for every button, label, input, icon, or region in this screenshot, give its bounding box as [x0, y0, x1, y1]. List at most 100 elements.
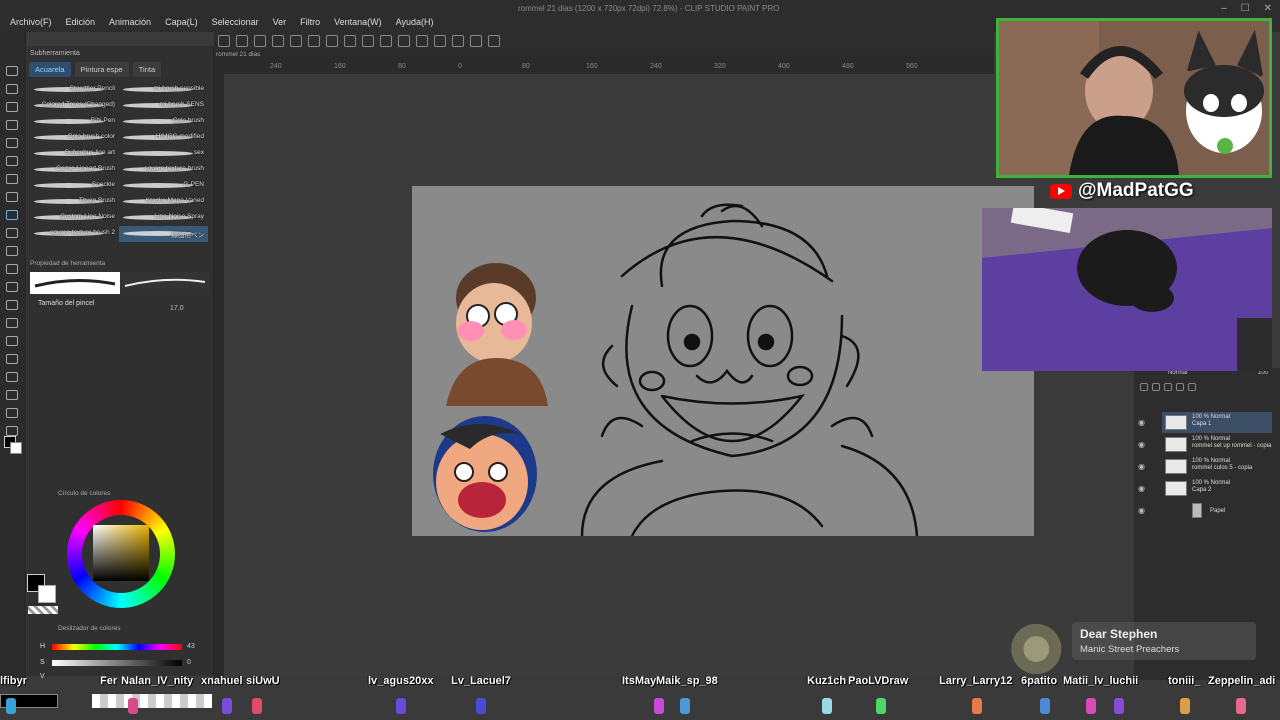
visibility-eye-icon[interactable]: ◉: [1138, 440, 1145, 449]
figure-tool-icon[interactable]: [6, 336, 18, 346]
hue-value[interactable]: 43: [187, 643, 195, 650]
blend-tool-icon[interactable]: [6, 282, 18, 292]
menu-capa[interactable]: Capa(L): [165, 17, 198, 27]
delete-layer-icon[interactable]: [1188, 383, 1196, 391]
brush-item[interactable]: Speckle: [30, 178, 119, 194]
gradient-tool-icon[interactable]: [6, 318, 18, 328]
brush-item[interactable]: Bibi Pen: [30, 114, 119, 130]
undo-icon[interactable]: [272, 35, 284, 47]
correct-line-tool-icon[interactable]: [6, 426, 18, 436]
tab-tinta[interactable]: Tinta: [132, 62, 162, 77]
layer-row-selected[interactable]: 100 % Normal Capa 1: [1162, 412, 1272, 433]
crop-icon[interactable]: [398, 35, 410, 47]
menu-filtro[interactable]: Filtro: [300, 17, 320, 27]
brush-tool-icon[interactable]: [6, 210, 18, 220]
saturation-slider[interactable]: [52, 660, 182, 666]
lock-icon[interactable]: [1140, 383, 1148, 391]
saturation-value[interactable]: 0: [187, 659, 191, 666]
brush-item[interactable]: Colo brush: [119, 114, 208, 130]
tool-palette: [0, 32, 26, 680]
brush-item[interactable]: Comic Lineart Brush: [30, 162, 119, 178]
save-icon[interactable]: [254, 35, 266, 47]
close-button[interactable]: ✕: [1264, 3, 1272, 14]
new-layer-icon[interactable]: [1176, 383, 1184, 391]
pencil-tool-icon[interactable]: [6, 192, 18, 202]
menu-seleccionar[interactable]: Seleccionar: [212, 17, 259, 27]
brush-item[interactable]: Custom Line Noise: [30, 210, 119, 226]
invert-selection-icon[interactable]: [380, 35, 392, 47]
new-file-icon[interactable]: [218, 35, 230, 47]
fit-icon[interactable]: [470, 35, 482, 47]
layer-row[interactable]: 100 % Normal rommel culos 5 - copia: [1162, 456, 1272, 477]
fill-icon[interactable]: [326, 35, 338, 47]
snap-special-ruler-icon[interactable]: [434, 35, 446, 47]
tab-acuarela[interactable]: Acuarela: [29, 62, 71, 77]
brush-item[interactable]: Subcubus line art: [30, 146, 119, 162]
airbrush-tool-icon[interactable]: [6, 228, 18, 238]
menu-ventana[interactable]: Ventana(W): [334, 17, 382, 27]
brush-item[interactable]: sex: [119, 146, 208, 162]
clip-icon[interactable]: [1152, 383, 1160, 391]
layer-row[interactable]: Papel: [1162, 500, 1272, 521]
drawing-canvas[interactable]: [412, 186, 1034, 536]
sub-color[interactable]: [38, 585, 56, 603]
menu-ayuda[interactable]: Ayuda(H): [396, 17, 434, 27]
brush-item[interactable]: Line Noise Spray: [119, 210, 208, 226]
visibility-eye-icon[interactable]: ◉: [1138, 506, 1145, 515]
menu-edicion[interactable]: Edición: [66, 17, 96, 27]
visibility-eye-icon[interactable]: ◉: [1138, 484, 1145, 493]
menu-ver[interactable]: Ver: [273, 17, 287, 27]
menu-archivo[interactable]: Archivo(F): [10, 17, 52, 27]
brush-item[interactable]: HIMGG modified: [119, 130, 208, 146]
lasso-tool-icon[interactable]: [6, 120, 18, 130]
magic-wand-tool-icon[interactable]: [6, 156, 18, 166]
saturation-value-picker[interactable]: [93, 525, 149, 581]
balloon-tool-icon[interactable]: [6, 408, 18, 418]
operation-tool-icon[interactable]: [6, 84, 18, 94]
brush-item[interactable]: square texture brush 2: [30, 226, 119, 242]
eraser-tool-icon[interactable]: [6, 264, 18, 274]
eyedropper-tool-icon[interactable]: [6, 138, 18, 148]
ruler-tool-icon[interactable]: [6, 372, 18, 382]
brush-item[interactable]: Kracke Mapa Varied: [119, 194, 208, 210]
snap-grid-icon[interactable]: [452, 35, 464, 47]
loading-icon[interactable]: [308, 35, 320, 47]
redo-icon[interactable]: [290, 35, 302, 47]
zoom-tool-icon[interactable]: [6, 66, 18, 76]
deselect-icon[interactable]: [362, 35, 374, 47]
layer-row[interactable]: 100 % Normal Capa 2: [1162, 478, 1272, 499]
menu-animacion[interactable]: Animación: [109, 17, 151, 27]
hue-slider[interactable]: [52, 644, 182, 650]
tab-pintura-espesa[interactable]: Pintura espe: [74, 62, 129, 77]
pen-tool-icon[interactable]: [6, 174, 18, 184]
reference-icon[interactable]: [1164, 383, 1172, 391]
brush-item[interactable]: square texture brush: [119, 162, 208, 178]
layer-row[interactable]: 100 % Normal rommel set up rommel - copia: [1162, 434, 1272, 455]
brush-item[interactable]: Thwip Brush: [30, 194, 119, 210]
brush-item[interactable]: Staedtler Pencil: [30, 82, 119, 98]
chat-avatar-sprite: [252, 698, 262, 714]
brush-item[interactable]: mi brush sensible: [119, 82, 208, 98]
transparent-color-swatch[interactable]: [28, 606, 58, 614]
fill-tool-icon[interactable]: [6, 300, 18, 310]
brush-item-selected[interactable]: 線画用ペン: [119, 226, 208, 242]
brush-item[interactable]: G-PEN: [119, 178, 208, 194]
flip-icon[interactable]: [488, 35, 500, 47]
open-file-icon[interactable]: [236, 35, 248, 47]
snap-ruler-icon[interactable]: [416, 35, 428, 47]
brush-item[interactable]: Colored Trees (Changed): [30, 98, 119, 114]
maximize-button[interactable]: ☐: [1241, 3, 1250, 14]
brush-size-value[interactable]: 17.0: [170, 305, 184, 312]
brush-item[interactable]: mi brush SENS: [119, 98, 208, 114]
sub-color-swatch[interactable]: [10, 442, 22, 454]
decoration-tool-icon[interactable]: [6, 246, 18, 256]
transform-icon[interactable]: [344, 35, 356, 47]
text-tool-icon[interactable]: [6, 390, 18, 400]
visibility-eye-icon[interactable]: ◉: [1138, 418, 1145, 427]
brush-item[interactable]: Colo brush color: [30, 130, 119, 146]
frame-tool-icon[interactable]: [6, 354, 18, 364]
minimize-button[interactable]: –: [1221, 3, 1227, 14]
move-tool-icon[interactable]: [6, 102, 18, 112]
visibility-eye-icon[interactable]: ◉: [1138, 462, 1145, 471]
document-tab[interactable]: rommel 21 dias: [216, 51, 260, 58]
